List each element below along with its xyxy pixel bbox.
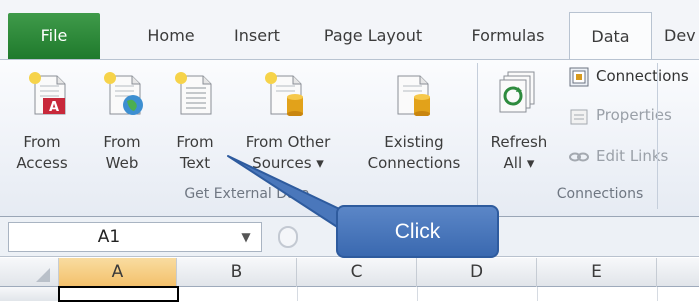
tab-insert[interactable]: Insert (222, 17, 292, 55)
column-header-e[interactable]: E (537, 258, 657, 287)
tab-data[interactable]: Data (569, 12, 652, 59)
text-file-icon (175, 70, 219, 120)
tab-home[interactable]: Home (131, 17, 211, 55)
column-header-b[interactable]: B (177, 258, 297, 287)
from-access-button[interactable]: From Access (10, 132, 74, 174)
from-web-label-2: Web (105, 154, 139, 172)
name-box-value: A1 (97, 227, 121, 247)
gridline (297, 287, 298, 301)
from-web-label-1: From (103, 133, 141, 151)
database-icon (265, 70, 309, 120)
column-header-d[interactable]: D (417, 258, 537, 287)
selected-cell-a1[interactable] (58, 286, 179, 302)
svg-text:A: A (49, 100, 59, 115)
access-icon: A (27, 70, 71, 120)
group-separator (657, 63, 658, 209)
tab-file[interactable]: File (8, 13, 100, 59)
click-callout: Click (336, 205, 499, 258)
select-all-corner[interactable] (0, 258, 59, 287)
from-text-label-2: Text (179, 154, 211, 172)
properties-button[interactable]: Properties (596, 106, 672, 124)
edit-links-icon (569, 149, 589, 168)
group-separator (477, 63, 478, 209)
existing-connections-icon (392, 70, 436, 120)
refresh-label-2: All ▾ (503, 154, 535, 172)
connections-icon (569, 67, 589, 91)
from-access-label-1: From (23, 133, 61, 151)
tab-formulas[interactable]: Formulas (460, 17, 556, 55)
from-web-button[interactable]: From Web (92, 132, 152, 174)
row-header[interactable] (0, 287, 59, 301)
from-access-label-2: Access (16, 154, 68, 172)
ribbon-tab-bar: File Home Insert Page Layout Formulas Da… (0, 0, 699, 61)
refresh-all-button[interactable]: Refresh All ▾ (484, 132, 554, 174)
column-header-c[interactable]: C (297, 258, 417, 287)
column-header-f[interactable] (657, 258, 699, 287)
tab-page-layout[interactable]: Page Layout (311, 17, 435, 55)
gridline (537, 287, 538, 301)
web-icon (104, 70, 148, 120)
from-text-button[interactable]: From Text (165, 132, 225, 174)
from-text-label-1: From (176, 133, 214, 151)
column-header-a[interactable]: A (59, 258, 177, 287)
connections-button[interactable]: Connections (596, 67, 689, 85)
gridline (657, 287, 658, 301)
refresh-label-1: Refresh (490, 133, 548, 151)
gridline (417, 287, 418, 301)
properties-icon (569, 106, 589, 130)
group-label-connections: Connections (556, 186, 644, 202)
tab-developer[interactable]: Dev (664, 17, 699, 55)
refresh-icon (496, 68, 540, 118)
